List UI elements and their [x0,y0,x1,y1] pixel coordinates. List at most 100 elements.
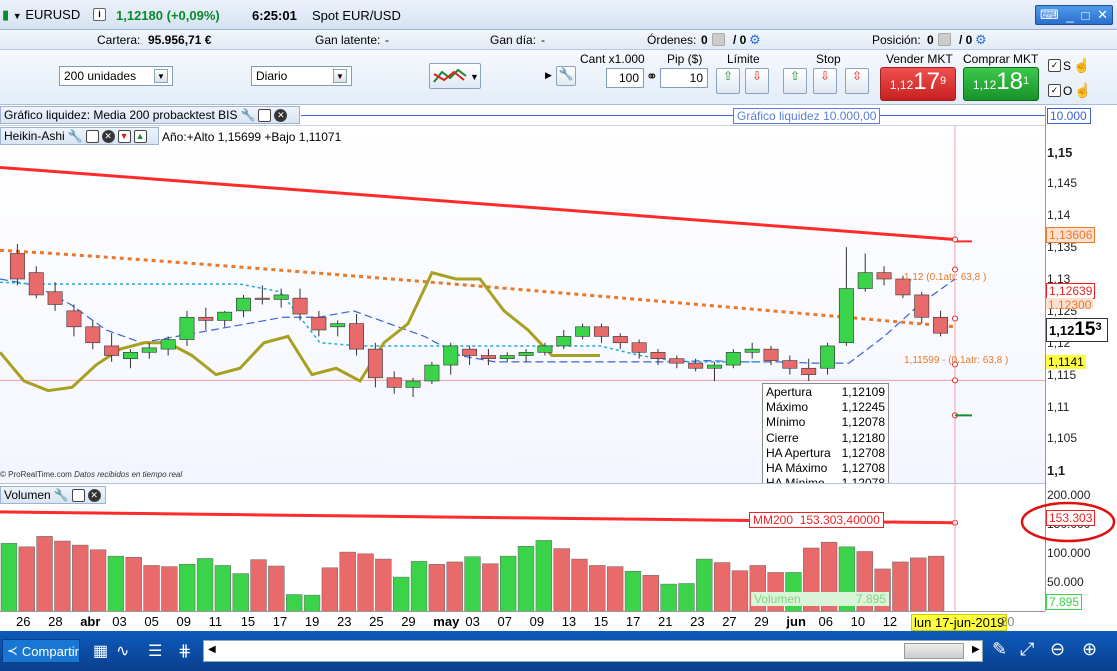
volume-bar[interactable] [214,565,232,612]
wrench-icon[interactable]: 🔧 [240,108,255,122]
buy-market-button[interactable]: 1,12181 [963,67,1039,101]
chart-tools-icon[interactable]: ▦ [93,641,108,661]
limit-sell-button[interactable]: ⇩ [745,68,769,94]
candle[interactable] [443,345,459,366]
candle[interactable] [330,323,346,328]
volume-bar[interactable] [410,561,428,612]
candle[interactable] [141,347,157,353]
minimize-icon[interactable]: _ [1066,8,1073,23]
volume-bar[interactable] [553,548,570,612]
volume-bar[interactable] [731,570,749,612]
volume-bar[interactable] [892,561,909,612]
volume-bar[interactable] [927,555,945,612]
ladder-icon[interactable]: ⋕ [178,641,191,661]
link-icon[interactable]: ⚭ [646,68,658,85]
checkbox-checked-icon[interactable]: ✓ [1048,84,1061,97]
candle[interactable] [367,348,383,379]
candle[interactable] [386,377,402,388]
volume-bar[interactable] [606,566,624,612]
volume-bar[interactable] [357,553,374,612]
volume-bar[interactable] [571,558,588,612]
volume-bar[interactable] [143,565,160,612]
ordenes-close-icon[interactable] [712,33,725,46]
limit-buy-button[interactable]: ⇧ [716,68,740,94]
volume-bar[interactable] [321,567,339,612]
candle[interactable] [763,348,779,361]
volume-bar[interactable] [446,561,463,612]
maximize-icon[interactable]: □ [1081,8,1089,23]
candle[interactable] [85,326,101,344]
candle[interactable] [217,311,233,321]
stop-trail-button[interactable]: ⇳ [845,68,869,94]
candle[interactable] [236,297,251,312]
candle[interactable] [857,272,873,289]
zoom-in-icon[interactable]: ⊕ [1082,639,1097,660]
cant-input[interactable]: 100 [606,68,644,88]
gear-icon[interactable]: ⚙ [975,32,987,48]
candle[interactable] [556,336,572,347]
volume-bar[interactable] [678,583,695,612]
candle[interactable] [782,360,798,369]
scroll-left-icon[interactable]: ◀ [208,644,216,655]
candle[interactable] [349,323,364,350]
keyboard-icon[interactable]: ⌨ [1040,7,1059,23]
volume-bar[interactable] [161,566,178,612]
candle[interactable] [820,345,835,369]
share-button[interactable]: ≺ Compartir [2,639,80,663]
candle[interactable] [254,297,270,300]
checkbox-checked-icon[interactable]: ✓ [1048,59,1061,72]
chart-style-button[interactable]: ▼ [429,63,481,89]
volume-bar[interactable] [910,557,927,612]
scroll-right-icon[interactable]: ▶ [972,644,980,655]
volume-bar[interactable] [0,543,18,612]
candle[interactable] [838,288,854,344]
indicator-icon[interactable]: ∿ [116,641,129,661]
zoom-fit-icon[interactable]: ⤢ [1020,639,1034,660]
candle[interactable] [311,316,327,331]
candle[interactable] [688,362,704,369]
candle[interactable] [537,345,553,353]
volume-chart[interactable]: Volumen 🔧 ✕ MM200 153.303,40000 Volumen … [0,483,1045,612]
check-o[interactable]: ✓ O ☝ [1048,82,1092,99]
volume-bar[interactable] [268,565,285,612]
date-axis[interactable]: 26 28 abr 03 05 09 11 15 17 19 23 25 29 may 03 07 09 13 15… [0,611,1045,631]
volume-bar[interactable] [36,536,53,612]
hand-pointer-icon[interactable]: ☝ [1074,82,1091,99]
stop-sell-button[interactable]: ⇩ [813,68,837,94]
candle[interactable] [198,316,214,321]
candle[interactable] [518,352,534,356]
candle[interactable] [480,355,496,359]
close-icon[interactable]: ✕ [274,108,288,122]
volume-bar[interactable] [196,558,214,612]
gear-icon[interactable]: ⚙ [749,32,761,48]
candle[interactable] [650,352,666,359]
candle[interactable] [28,272,44,296]
candle[interactable] [104,345,120,356]
candle[interactable] [801,367,817,375]
candle[interactable] [707,364,722,369]
volume-bar[interactable] [250,559,267,612]
posicion-close-icon[interactable] [938,33,951,46]
sell-market-button[interactable]: 1,12179 [880,67,956,101]
candle[interactable] [725,352,741,366]
volume-bar[interactable] [107,555,125,612]
candle[interactable] [914,294,930,318]
volume-bar[interactable] [303,594,321,612]
units-select[interactable]: 200 unidades ▼ [59,66,173,86]
volume-bar[interactable] [696,558,713,612]
wrench-button[interactable]: 🔧 [556,66,576,86]
candle[interactable] [594,326,609,337]
volume-bar[interactable] [232,573,249,612]
candle[interactable] [405,380,421,388]
hand-pointer-icon[interactable]: ☝ [1073,57,1090,74]
candle[interactable] [123,352,138,359]
candle[interactable] [575,326,591,337]
volume-bar[interactable] [660,583,677,612]
volume-bar[interactable] [535,540,552,612]
draw-tool-icon[interactable]: ✎ [992,639,1007,660]
volume-bar[interactable] [375,558,392,612]
volume-bar[interactable] [642,575,659,612]
candle[interactable] [933,316,949,334]
pip-input[interactable]: 10 [660,68,708,88]
time-scrollbar[interactable]: ◀ ▶ [203,640,983,662]
